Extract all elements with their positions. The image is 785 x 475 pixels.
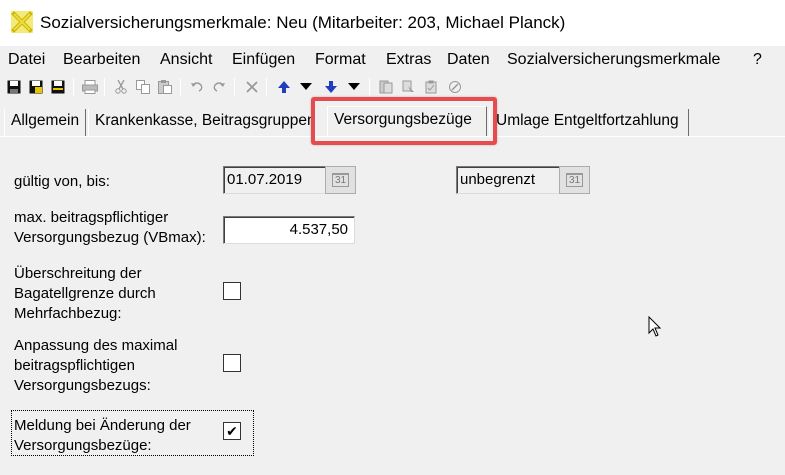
undo-icon[interactable] — [189, 79, 205, 95]
vbmax-field[interactable]: 4.537,50 — [223, 216, 355, 244]
move-up-icon[interactable] — [276, 79, 292, 95]
doc1-icon[interactable] — [378, 79, 394, 95]
tab-krankenkasse[interactable]: Krankenkasse, Beitragsgruppen — [88, 109, 328, 136]
copy-icon[interactable] — [135, 79, 151, 95]
bagatell-label-line1: Überschreitung der — [14, 265, 142, 282]
valid-to-field[interactable]: unbegrenzt — [456, 166, 560, 194]
window-title: Sozialversicherungsmerkmale: Neu (Mitarb… — [40, 13, 566, 32]
toolbar-separator — [266, 78, 267, 96]
bagatell-label-line3: Mehrfachbezug: — [14, 305, 122, 322]
toolbar-separator — [180, 78, 181, 96]
clipboard-icon[interactable] — [423, 79, 439, 95]
toolbar-separator — [73, 78, 74, 96]
menu-sozialversicherungsmerkmale[interactable]: Sozialversicherungsmerkmale — [507, 51, 720, 69]
tab-versorgungsbezuege[interactable]: Versorgungsbezüge — [327, 106, 487, 136]
save-icon[interactable] — [6, 79, 22, 95]
menu-help[interactable]: ? — [753, 51, 762, 69]
bagatell-checkbox[interactable] — [223, 282, 241, 300]
menu-format[interactable]: Format — [315, 51, 366, 69]
vbmax-label-line1: max. beitragspflichtiger — [14, 209, 169, 226]
toolbar-separator — [369, 78, 370, 96]
meldung-label-line1: Meldung bei Änderung der — [14, 417, 191, 434]
redo-icon[interactable] — [211, 79, 227, 95]
save-all-icon[interactable] — [50, 79, 66, 95]
anpassung-label-line2: beitragspflichtigen — [14, 357, 135, 374]
meldung-checkbox[interactable]: ✔ — [223, 422, 241, 440]
calendar-icon: 31 — [565, 173, 584, 187]
toolbar-separator — [234, 78, 235, 96]
calendar-icon: 31 — [331, 173, 350, 187]
anpassung-checkbox[interactable] — [223, 354, 241, 372]
title-bar: Sozialversicherungsmerkmale: Neu (Mitarb… — [0, 0, 785, 46]
cut-icon[interactable] — [113, 79, 129, 95]
x-logo-icon — [11, 11, 33, 33]
mouse-cursor-icon — [648, 315, 662, 342]
move-down-icon[interactable] — [323, 79, 339, 95]
tools-icon[interactable] — [447, 79, 463, 95]
toolbar — [0, 76, 785, 98]
delete-icon[interactable] — [244, 79, 260, 95]
menu-bar: Datei Bearbeiten Ansicht Einfügen Format… — [0, 46, 785, 75]
calendar-button[interactable]: 31 — [559, 166, 590, 194]
save-as-icon[interactable] — [28, 79, 44, 95]
print-icon[interactable] — [82, 79, 98, 95]
vbmax-label-line2: Versorgungsbezug (VBmax): — [14, 229, 206, 246]
menu-extras[interactable]: Extras — [386, 51, 431, 69]
menu-bearbeiten[interactable]: Bearbeiten — [63, 51, 140, 69]
tab-baseline — [0, 136, 785, 137]
checkmark-icon: ✔ — [226, 423, 238, 439]
paste-icon[interactable] — [157, 79, 173, 95]
anpassung-label-line3: Versorgungsbezugs: — [14, 377, 151, 394]
valid-label: gültig von, bis: — [14, 173, 110, 190]
menu-daten[interactable]: Daten — [447, 51, 490, 69]
tab-allgemein[interactable]: Allgemein — [4, 109, 86, 136]
anpassung-label-line1: Anpassung des maximal — [14, 337, 178, 354]
tab-bar: Allgemein Krankenkasse, Beitragsgruppen … — [0, 104, 785, 138]
valid-from-field[interactable]: 01.07.2019 — [223, 166, 327, 194]
menu-ansicht[interactable]: Ansicht — [160, 51, 212, 69]
menu-einfuegen[interactable]: Einfügen — [232, 51, 295, 69]
menu-datei[interactable]: Datei — [8, 51, 45, 69]
meldung-label-line2: Versorgungsbezüge: — [14, 437, 152, 454]
doc2-icon[interactable] — [401, 79, 417, 95]
toolbar-separator — [104, 78, 105, 96]
dropdown-icon[interactable] — [346, 79, 362, 95]
dropdown-icon[interactable] — [298, 79, 314, 95]
tab-umlage[interactable]: Umlage Entgeltfortzahlung — [489, 109, 689, 136]
calendar-button[interactable]: 31 — [325, 166, 356, 194]
bagatell-label-line2: Bagatellgrenze durch — [14, 285, 156, 302]
